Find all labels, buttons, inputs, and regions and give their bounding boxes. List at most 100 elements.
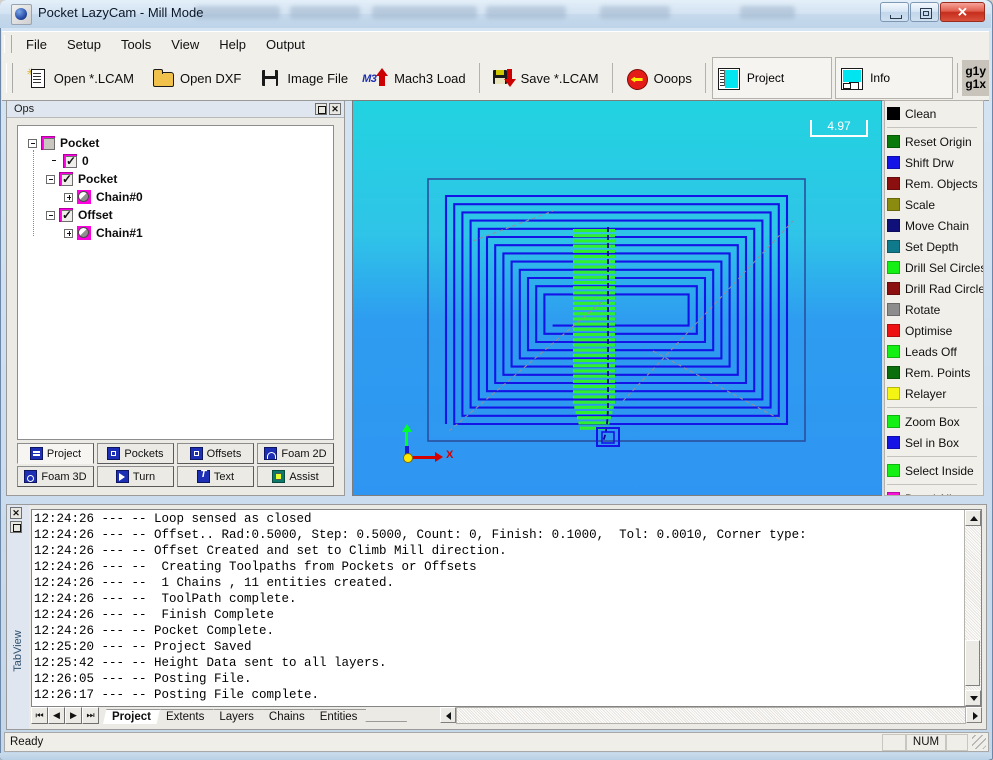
tree-toggle-icon[interactable]	[64, 192, 73, 202]
open-dxf-button[interactable]: Open DXF	[143, 58, 250, 98]
sheet-tab-layers[interactable]: Layers	[210, 709, 263, 724]
sidebar-item-leads-off[interactable]: Leads Off	[887, 341, 983, 362]
hscroll-track[interactable]	[456, 706, 966, 724]
ops-restore-button[interactable]	[315, 103, 327, 115]
tab-offsets[interactable]: Offsets	[177, 443, 254, 464]
sheet-tab-project[interactable]: Project	[103, 709, 160, 724]
sidebar-item-move-chain[interactable]: Move Chain	[887, 215, 983, 236]
tabview-restore-button[interactable]	[10, 521, 22, 533]
sidebar-item-shift-drw[interactable]: Shift Drw	[887, 152, 983, 173]
open-lcam-button[interactable]: ✳ Open *.LCAM	[17, 58, 143, 98]
offsets-tab-icon	[189, 447, 203, 460]
tree-node-pocket-root[interactable]: Pocket	[24, 134, 333, 152]
color-swatch-icon	[887, 345, 900, 358]
sheet-tab-chains[interactable]: Chains	[259, 709, 314, 724]
tree-label: Pocket	[78, 172, 118, 186]
info-view-button[interactable]: Info	[835, 57, 954, 99]
log-vertical-scrollbar[interactable]	[964, 510, 981, 706]
sidebar-item-scale[interactable]: Scale	[887, 194, 983, 215]
next-record-button[interactable]: ▶	[65, 706, 82, 724]
tree-checkbox[interactable]: ✓	[63, 154, 77, 168]
menu-item-help[interactable]: Help	[209, 34, 256, 55]
tree-toggle-icon[interactable]	[46, 210, 55, 220]
tab-turn[interactable]: Turn	[97, 466, 174, 487]
tree-checkbox[interactable]	[41, 136, 55, 150]
sidebar-item-drill-sel-circles[interactable]: Drill Sel Circles	[887, 257, 983, 278]
tab-foam-2d[interactable]: Foam 2D	[257, 443, 334, 464]
sidebar-item-clean[interactable]: Clean	[887, 103, 983, 124]
ops-close-button[interactable]: ✕	[329, 103, 341, 115]
sidebar-item-drill-rad-circles[interactable]: Drill Rad Circles	[887, 278, 983, 299]
sidebar-item-label: Optimise	[905, 323, 953, 338]
sidebar-item-sel-in-box[interactable]: Sel in Box	[887, 432, 983, 453]
project-view-button[interactable]: Project	[711, 57, 833, 99]
mach3-load-icon: M3	[362, 67, 389, 89]
tabview-buttons: ✕	[10, 507, 22, 533]
slot-pass	[577, 416, 611, 420]
log-text-box[interactable]: 12:24:26 --- -- Loop sensed as closed 12…	[31, 509, 982, 707]
mach3-load-button[interactable]: M3 Mach3 Load	[357, 58, 475, 98]
tree-node-chain0[interactable]: Chain#0	[24, 188, 333, 206]
sidebar-item-zoom-box[interactable]: Zoom Box	[887, 411, 983, 432]
sidebar-item-label: Rem. Points	[905, 365, 971, 380]
tab-foam-3d[interactable]: Foam 3D	[17, 466, 94, 487]
minimize-button[interactable]	[880, 2, 909, 22]
tab-label: Assist	[289, 470, 319, 483]
last-record-button[interactable]: ⏭	[82, 706, 99, 724]
save-lcam-button[interactable]: Save *.LCAM	[484, 58, 608, 98]
resize-grip[interactable]	[972, 735, 986, 749]
sidebar-item-label: Reset Origin	[905, 134, 972, 149]
info-view-icon	[840, 67, 864, 90]
first-record-button[interactable]: ⏮	[31, 706, 48, 724]
sidebar-item-relayer[interactable]: Relayer	[887, 383, 983, 404]
tree-node-pocket[interactable]: ✓ Pocket	[24, 170, 333, 188]
menu-item-view[interactable]: View	[161, 34, 209, 55]
menu-item-tools[interactable]: Tools	[111, 34, 161, 55]
color-swatch-icon	[887, 282, 900, 295]
ops-panel: Ops ✕ Pocket ✓ 0 ✓ Pocket Chain#0 ✓ Offs…	[6, 100, 345, 496]
sidebar-item-desel-all[interactable]: Desel All	[887, 488, 983, 495]
sheet-tab-extents[interactable]: Extents	[157, 709, 214, 724]
tree-node-0[interactable]: ✓ 0	[24, 152, 333, 170]
ops-tree-container[interactable]: Pocket ✓ 0 ✓ Pocket Chain#0 ✓ Offset Cha…	[17, 125, 334, 440]
menu-item-file[interactable]: File	[16, 34, 57, 55]
scroll-down-button[interactable]	[965, 690, 981, 706]
sidebar-item-rotate[interactable]: Rotate	[887, 299, 983, 320]
hscroll-right-button[interactable]	[966, 707, 982, 723]
tree-checkbox[interactable]: ✓	[59, 208, 73, 222]
chain-circle-icon[interactable]	[77, 226, 91, 240]
g1-indicator[interactable]: g1y g1x	[962, 60, 990, 96]
tree-toggle-icon[interactable]	[28, 138, 37, 148]
tree-node-chain1[interactable]: Chain#1	[24, 224, 333, 242]
sidebar-item-reset-origin[interactable]: Reset Origin	[887, 131, 983, 152]
tabview-close-button[interactable]: ✕	[10, 507, 22, 519]
tab-pockets[interactable]: Pockets	[97, 443, 174, 464]
prev-record-button[interactable]: ◀	[48, 706, 65, 724]
scroll-thumb[interactable]	[965, 640, 980, 686]
maximize-button[interactable]	[910, 2, 939, 22]
scroll-up-button[interactable]	[965, 510, 981, 526]
hscroll-left-button[interactable]	[440, 707, 456, 723]
tree-checkbox[interactable]: ✓	[59, 172, 73, 186]
tab-project[interactable]: Project	[17, 443, 94, 464]
close-button[interactable]: ✕	[940, 2, 985, 22]
sidebar-item-rem-objects[interactable]: Rem. Objects	[887, 173, 983, 194]
chain-circle-icon[interactable]	[77, 190, 91, 204]
color-swatch-icon	[887, 177, 900, 190]
ooops-button[interactable]: Ooops	[617, 58, 701, 98]
tab-assist[interactable]: Assist	[257, 466, 334, 487]
sidebar-item-select-inside[interactable]: Select Inside	[887, 460, 983, 481]
sidebar-item-rem-points[interactable]: Rem. Points	[887, 362, 983, 383]
sidebar-item-optimise[interactable]: Optimise	[887, 320, 983, 341]
tab-text[interactable]: Text	[177, 466, 254, 487]
tree-node-offset[interactable]: ✓ Offset	[24, 206, 333, 224]
tree-toggle-icon[interactable]	[46, 174, 55, 184]
window-controls: ✕	[880, 2, 985, 24]
tree-toggle-icon[interactable]	[64, 228, 73, 238]
menu-item-setup[interactable]: Setup	[57, 34, 111, 55]
sidebar-item-set-depth[interactable]: Set Depth	[887, 236, 983, 257]
image-file-button[interactable]: Image File	[250, 58, 357, 98]
horizontal-scrollbar[interactable]	[440, 706, 982, 724]
sheet-tab-entities[interactable]: Entities	[310, 709, 367, 724]
menu-item-output[interactable]: Output	[256, 34, 315, 55]
